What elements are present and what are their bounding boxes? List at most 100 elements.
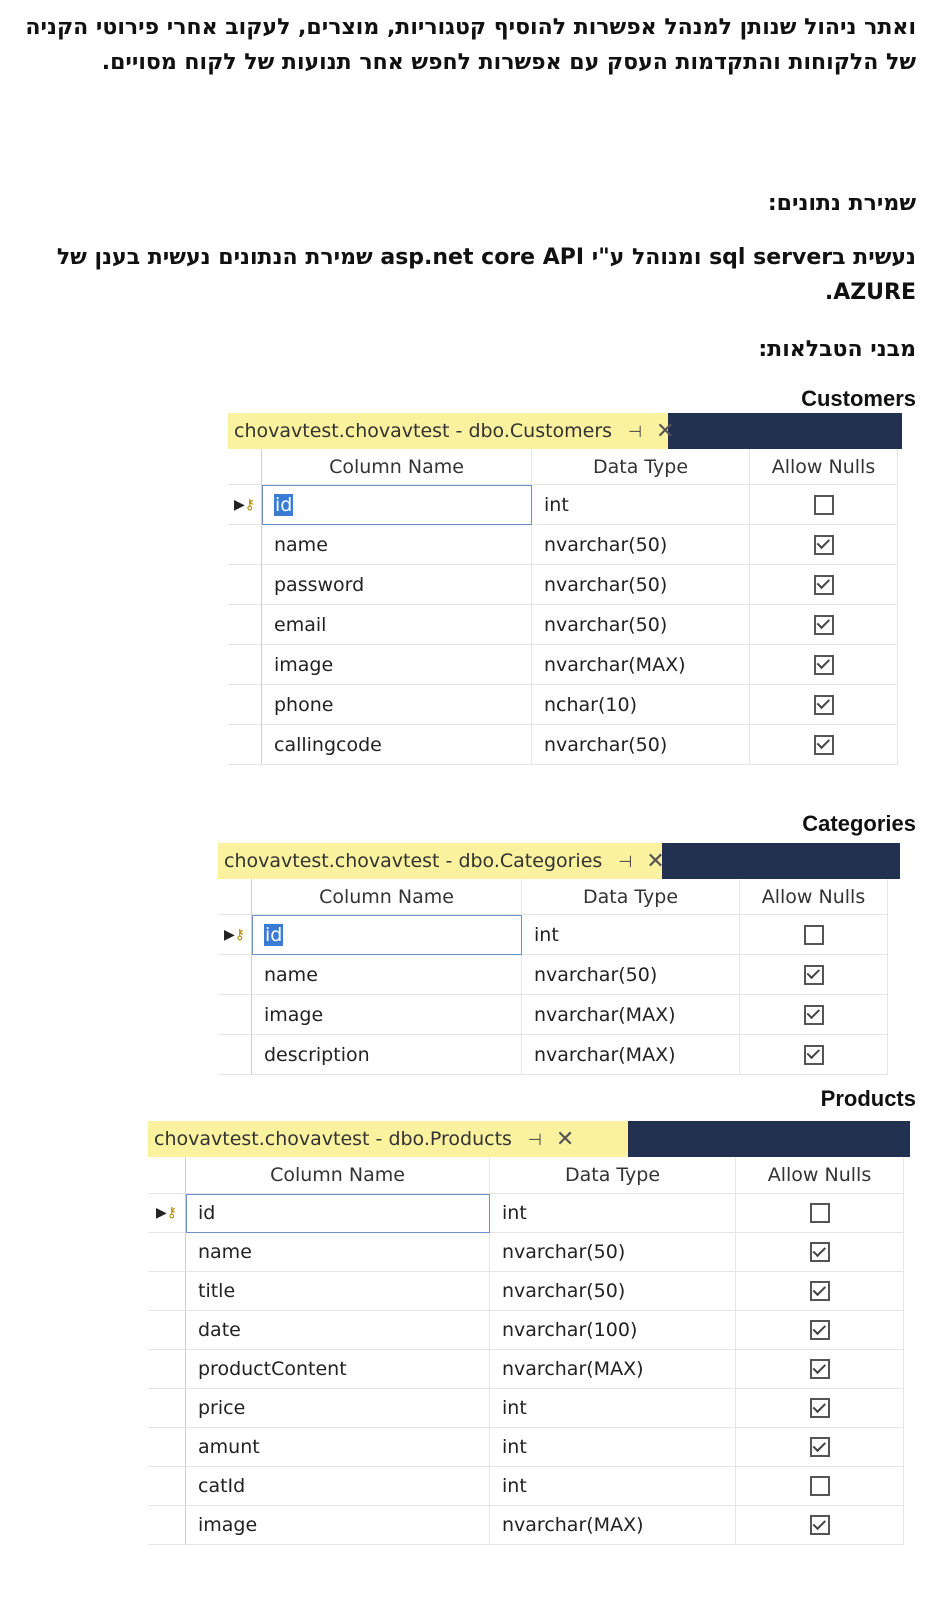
row-selector[interactable] [148, 1311, 186, 1350]
column-name-cell[interactable]: callingcode [262, 725, 532, 765]
close-icon[interactable]: ✕ [556, 1127, 574, 1152]
column-name-cell[interactable]: title [186, 1272, 490, 1311]
row-selector[interactable]: ▶⚷ [148, 1194, 186, 1233]
data-type-cell[interactable]: nvarchar(MAX) [490, 1350, 736, 1389]
data-type-cell[interactable]: nchar(10) [532, 685, 750, 725]
table-row[interactable]: phone nchar(10) [228, 685, 898, 725]
table-row[interactable]: ▶⚷ id int [218, 915, 888, 955]
data-type-cell[interactable]: int [532, 485, 750, 525]
row-selector[interactable] [228, 725, 262, 765]
data-type-cell[interactable]: int [490, 1194, 736, 1233]
allow-nulls-checkbox[interactable] [813, 734, 834, 755]
data-type-cell[interactable]: int [522, 915, 740, 955]
allow-nulls-checkbox[interactable] [813, 654, 834, 675]
column-name-cell[interactable]: name [262, 525, 532, 565]
table-row[interactable]: email nvarchar(50) [228, 605, 898, 645]
allow-nulls-checkbox[interactable] [809, 1242, 830, 1262]
allow-nulls-checkbox[interactable] [813, 574, 834, 595]
allow-nulls-checkbox[interactable] [809, 1398, 830, 1418]
allow-nulls-checkbox[interactable] [813, 614, 834, 635]
allow-nulls-checkbox[interactable] [809, 1359, 830, 1379]
data-type-cell[interactable]: int [490, 1389, 736, 1428]
allow-nulls-checkbox[interactable] [813, 694, 834, 715]
row-selector[interactable] [218, 955, 252, 995]
data-type-cell[interactable]: nvarchar(50) [490, 1272, 736, 1311]
data-type-cell[interactable]: nvarchar(50) [532, 725, 750, 765]
row-selector[interactable] [148, 1506, 186, 1545]
table-row[interactable]: productContent nvarchar(MAX) [148, 1350, 904, 1389]
row-selector[interactable] [148, 1428, 186, 1467]
document-tab[interactable]: chovavtest.chovavtest - dbo.Categories ⊣ ✕ [218, 843, 665, 879]
table-row[interactable]: image nvarchar(MAX) [228, 645, 898, 685]
column-name-cell[interactable]: price [186, 1389, 490, 1428]
row-selector[interactable]: ▶⚷ [228, 485, 262, 525]
table-row[interactable]: ▶⚷ id int [148, 1194, 904, 1233]
data-type-cell[interactable]: nvarchar(MAX) [532, 645, 750, 685]
column-name-cell[interactable]: image [186, 1506, 490, 1545]
allow-nulls-checkbox[interactable] [803, 924, 824, 945]
row-selector[interactable] [218, 995, 252, 1035]
row-selector[interactable]: ▶⚷ [218, 915, 252, 955]
row-selector[interactable] [228, 645, 262, 685]
row-selector[interactable] [148, 1350, 186, 1389]
column-name-cell[interactable]: id [262, 485, 532, 525]
close-icon[interactable]: ✕ [646, 849, 664, 874]
row-selector[interactable] [228, 525, 262, 565]
row-selector[interactable] [218, 1035, 252, 1075]
table-row[interactable]: callingcode nvarchar(50) [228, 725, 898, 765]
table-row[interactable]: ▶⚷ id int [228, 485, 898, 525]
column-name-cell[interactable]: description [252, 1035, 522, 1075]
pin-icon[interactable]: ⊣ [528, 1130, 542, 1149]
allow-nulls-checkbox[interactable] [809, 1437, 830, 1457]
allow-nulls-checkbox[interactable] [809, 1203, 830, 1223]
column-name-cell[interactable]: catId [186, 1467, 490, 1506]
pin-icon[interactable]: ⊣ [618, 852, 632, 871]
column-name-cell[interactable]: id [252, 915, 522, 955]
allow-nulls-checkbox[interactable] [813, 534, 834, 555]
allow-nulls-checkbox[interactable] [809, 1476, 830, 1496]
column-name-cell[interactable]: image [262, 645, 532, 685]
allow-nulls-checkbox[interactable] [809, 1320, 830, 1340]
data-type-cell[interactable]: int [490, 1467, 736, 1506]
table-row[interactable]: password nvarchar(50) [228, 565, 898, 605]
column-name-cell[interactable]: password [262, 565, 532, 605]
table-row[interactable]: title nvarchar(50) [148, 1272, 904, 1311]
allow-nulls-checkbox[interactable] [809, 1515, 830, 1535]
document-tab[interactable]: chovavtest.chovavtest - dbo.Customers ⊣ ✕ [228, 413, 674, 449]
row-selector[interactable] [228, 605, 262, 645]
row-selector[interactable] [228, 685, 262, 725]
column-name-cell[interactable]: image [252, 995, 522, 1035]
table-row[interactable]: name nvarchar(50) [228, 525, 898, 565]
data-type-cell[interactable]: int [490, 1428, 736, 1467]
data-type-cell[interactable]: nvarchar(50) [490, 1233, 736, 1272]
allow-nulls-checkbox[interactable] [803, 1044, 824, 1065]
table-row[interactable]: name nvarchar(50) [218, 955, 888, 995]
data-type-cell[interactable]: nvarchar(50) [532, 605, 750, 645]
column-name-cell[interactable]: phone [262, 685, 532, 725]
column-name-cell[interactable]: amunt [186, 1428, 490, 1467]
pin-icon[interactable]: ⊣ [628, 422, 642, 441]
row-selector[interactable] [148, 1467, 186, 1506]
table-row[interactable]: amunt int [148, 1428, 904, 1467]
table-row[interactable]: image nvarchar(MAX) [218, 995, 888, 1035]
data-type-cell[interactable]: nvarchar(MAX) [522, 995, 740, 1035]
row-selector[interactable] [148, 1272, 186, 1311]
close-icon[interactable]: ✕ [656, 419, 674, 444]
data-type-cell[interactable]: nvarchar(50) [522, 955, 740, 995]
data-type-cell[interactable]: nvarchar(MAX) [490, 1506, 736, 1545]
row-selector[interactable] [148, 1233, 186, 1272]
table-row[interactable]: description nvarchar(MAX) [218, 1035, 888, 1075]
table-row[interactable]: name nvarchar(50) [148, 1233, 904, 1272]
column-name-cell[interactable]: id [186, 1194, 490, 1233]
data-type-cell[interactable]: nvarchar(50) [532, 565, 750, 605]
data-type-cell[interactable]: nvarchar(100) [490, 1311, 736, 1350]
column-name-cell[interactable]: name [252, 955, 522, 995]
table-row[interactable]: catId int [148, 1467, 904, 1506]
row-selector[interactable] [148, 1389, 186, 1428]
data-type-cell[interactable]: nvarchar(MAX) [522, 1035, 740, 1075]
column-name-cell[interactable]: date [186, 1311, 490, 1350]
column-name-cell[interactable]: email [262, 605, 532, 645]
row-selector[interactable] [228, 565, 262, 605]
allow-nulls-checkbox[interactable] [809, 1281, 830, 1301]
table-row[interactable]: image nvarchar(MAX) [148, 1506, 904, 1545]
